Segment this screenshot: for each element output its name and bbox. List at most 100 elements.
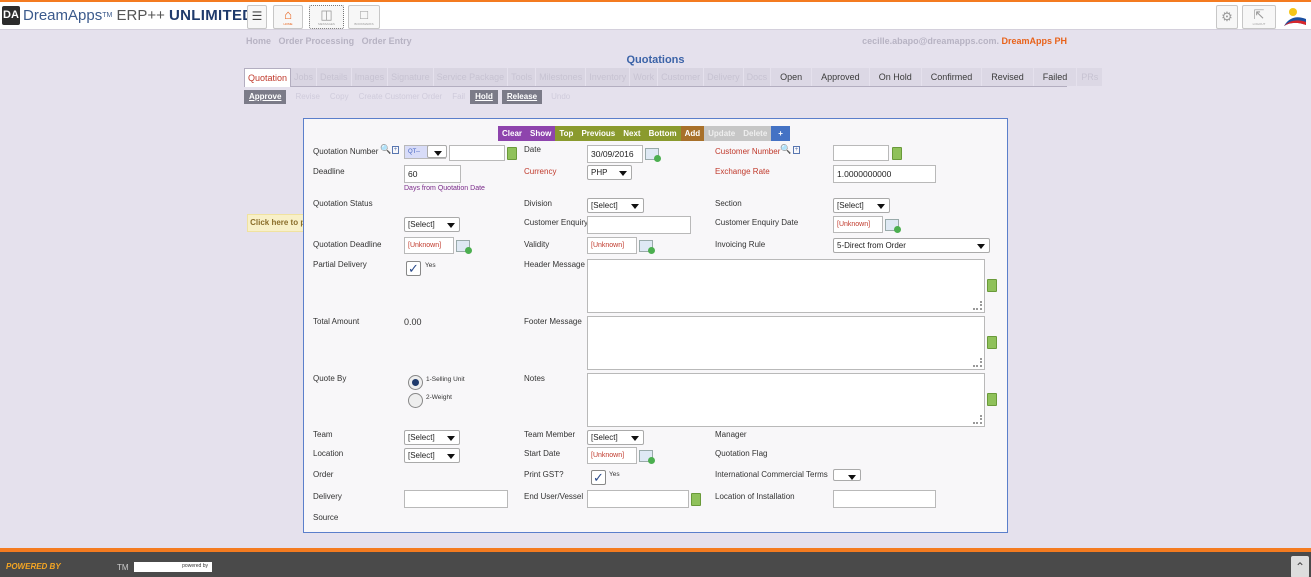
document-icon[interactable] — [691, 493, 701, 506]
validity-input[interactable]: [Unknown] — [587, 237, 637, 254]
breadcrumb-home[interactable]: Home — [246, 36, 271, 46]
logout-button[interactable]: ⇱ LOGOUT — [1242, 5, 1276, 29]
section-select[interactable]: [Select] — [833, 198, 890, 213]
document-icon[interactable] — [507, 147, 517, 160]
quote-by-weight-radio[interactable] — [408, 393, 423, 408]
quotation-number-input[interactable] — [449, 145, 505, 161]
add-button[interactable]: Add — [680, 126, 705, 141]
calendar-icon[interactable] — [645, 148, 661, 162]
end-user-input[interactable] — [587, 490, 689, 508]
tab-tools[interactable]: Tools — [508, 68, 537, 86]
bottom-button[interactable]: Bottom — [644, 126, 681, 141]
settings-button[interactable]: ⚙ — [1216, 5, 1238, 29]
lookup-icon[interactable]: + — [392, 146, 399, 154]
exchange-rate-input[interactable]: 1.0000000000 — [833, 165, 936, 183]
partial-delivery-checkbox[interactable]: ✓ — [406, 261, 421, 276]
release-button[interactable]: Release — [501, 90, 543, 104]
more-button[interactable]: + — [771, 126, 790, 141]
tab-quotation[interactable]: Quotation — [244, 68, 292, 87]
create-customer-order-button[interactable]: Create Customer Order — [354, 90, 448, 104]
location-installation-input[interactable] — [833, 490, 936, 508]
calendar-icon[interactable] — [639, 240, 655, 254]
header-message-textarea[interactable] — [587, 259, 985, 313]
deadline-input[interactable]: 60 — [404, 165, 461, 183]
menu-icon: ☰ — [251, 9, 263, 23]
breadcrumb-order-processing[interactable]: Order Processing — [279, 36, 355, 46]
calendar-icon[interactable] — [456, 240, 472, 254]
search-icon[interactable]: 🔍 — [780, 144, 791, 155]
team-member-select[interactable]: [Select] — [587, 430, 644, 445]
tab-confirmed[interactable]: Confirmed — [921, 68, 983, 86]
lookup-icon[interactable]: + — [793, 146, 800, 154]
customer-enquiry-date-input[interactable]: [Unknown] — [833, 216, 883, 233]
document-icon[interactable] — [987, 393, 997, 406]
footer-message-textarea[interactable] — [587, 316, 985, 370]
messages-button[interactable]: ◫ MESSAGES — [309, 5, 344, 29]
chevron-up-icon: ⌃ — [1294, 560, 1306, 574]
delivery-input[interactable] — [404, 490, 508, 508]
document-icon[interactable] — [987, 279, 997, 292]
tab-revised[interactable]: Revised — [982, 68, 1034, 86]
tab-docs[interactable]: Docs — [743, 68, 772, 86]
quotation-prefix-dropdown[interactable] — [427, 145, 447, 158]
breadcrumb-order-entry[interactable]: Order Entry — [362, 36, 412, 46]
tab-jobs[interactable]: Jobs — [291, 68, 318, 86]
division-select[interactable]: [Select] — [587, 198, 644, 213]
search-icon[interactable]: 🔍 — [380, 144, 391, 155]
bookmarks-button[interactable]: □ BOOKMARKS — [348, 5, 380, 29]
currency-select[interactable]: PHP — [587, 165, 632, 180]
quote-by-selling-unit-radio[interactable] — [408, 375, 423, 390]
print-gst-yes: Yes — [609, 471, 620, 478]
customer-number-input[interactable] — [833, 145, 889, 161]
tab-failed[interactable]: Failed — [1033, 68, 1078, 86]
delete-button[interactable]: Delete — [739, 126, 772, 141]
update-button[interactable]: Update — [704, 126, 740, 141]
fail-button[interactable]: Fail — [447, 90, 470, 104]
print-gst-checkbox[interactable]: ✓ — [591, 470, 606, 485]
team-select[interactable]: [Select] — [404, 430, 460, 445]
scroll-top-button[interactable]: ⌃ — [1291, 556, 1309, 577]
notes-textarea[interactable] — [587, 373, 985, 427]
revise-button[interactable]: Revise — [290, 90, 324, 104]
invoicing-rule-select[interactable]: 5-Direct from Order — [833, 238, 990, 253]
page-title: Quotations — [626, 54, 685, 66]
tab-images[interactable]: Images — [351, 68, 389, 86]
approve-button[interactable]: Approve — [244, 90, 287, 104]
tab-work[interactable]: Work — [630, 68, 659, 86]
date-input[interactable]: 30/09/2016 — [587, 145, 643, 163]
tab-milestones[interactable]: Milestones — [536, 68, 587, 86]
tab-prs[interactable]: PRs — [1077, 68, 1104, 86]
quotation-deadline-input[interactable]: [Unknown] — [404, 237, 454, 254]
tab-delivery[interactable]: Delivery — [704, 68, 744, 86]
calendar-icon[interactable] — [639, 450, 655, 464]
hold-button[interactable]: Hold — [470, 90, 498, 104]
company-name[interactable]: DreamApps PH — [1001, 36, 1067, 46]
quotation-status-select[interactable]: [Select] — [404, 217, 460, 232]
next-button[interactable]: Next — [619, 126, 645, 141]
tab-inventory[interactable]: Inventory — [586, 68, 631, 86]
menu-button[interactable]: ☰ — [247, 5, 267, 29]
flag-icon[interactable] — [1282, 6, 1308, 28]
tab-approved[interactable]: Approved — [812, 68, 870, 86]
tab-details[interactable]: Details — [317, 68, 352, 86]
customer-enquiry-label: Customer Enquiry — [524, 218, 589, 227]
document-icon[interactable] — [987, 336, 997, 349]
show-button[interactable]: Show — [526, 126, 556, 141]
previous-button[interactable]: Previous — [577, 126, 620, 141]
location-select[interactable]: [Select] — [404, 448, 460, 463]
undo-button[interactable]: Undo — [546, 90, 575, 104]
calendar-icon[interactable] — [885, 219, 901, 233]
document-icon[interactable] — [892, 147, 902, 160]
top-button[interactable]: Top — [555, 126, 578, 141]
clear-button[interactable]: Clear — [498, 126, 527, 141]
tab-open[interactable]: Open — [771, 68, 813, 86]
tab-on-hold[interactable]: On Hold — [869, 68, 922, 86]
copy-button[interactable]: Copy — [325, 90, 354, 104]
tab-customer[interactable]: Customer — [658, 68, 705, 86]
start-date-input[interactable]: [Unknown] — [587, 447, 637, 464]
tab-service-package[interactable]: Service Package — [433, 68, 509, 86]
incoterms-select[interactable] — [833, 469, 861, 481]
customer-enquiry-input[interactable] — [587, 216, 691, 234]
tab-signature[interactable]: Signature — [388, 68, 434, 86]
home-button[interactable]: ⌂ HOME — [273, 5, 303, 29]
